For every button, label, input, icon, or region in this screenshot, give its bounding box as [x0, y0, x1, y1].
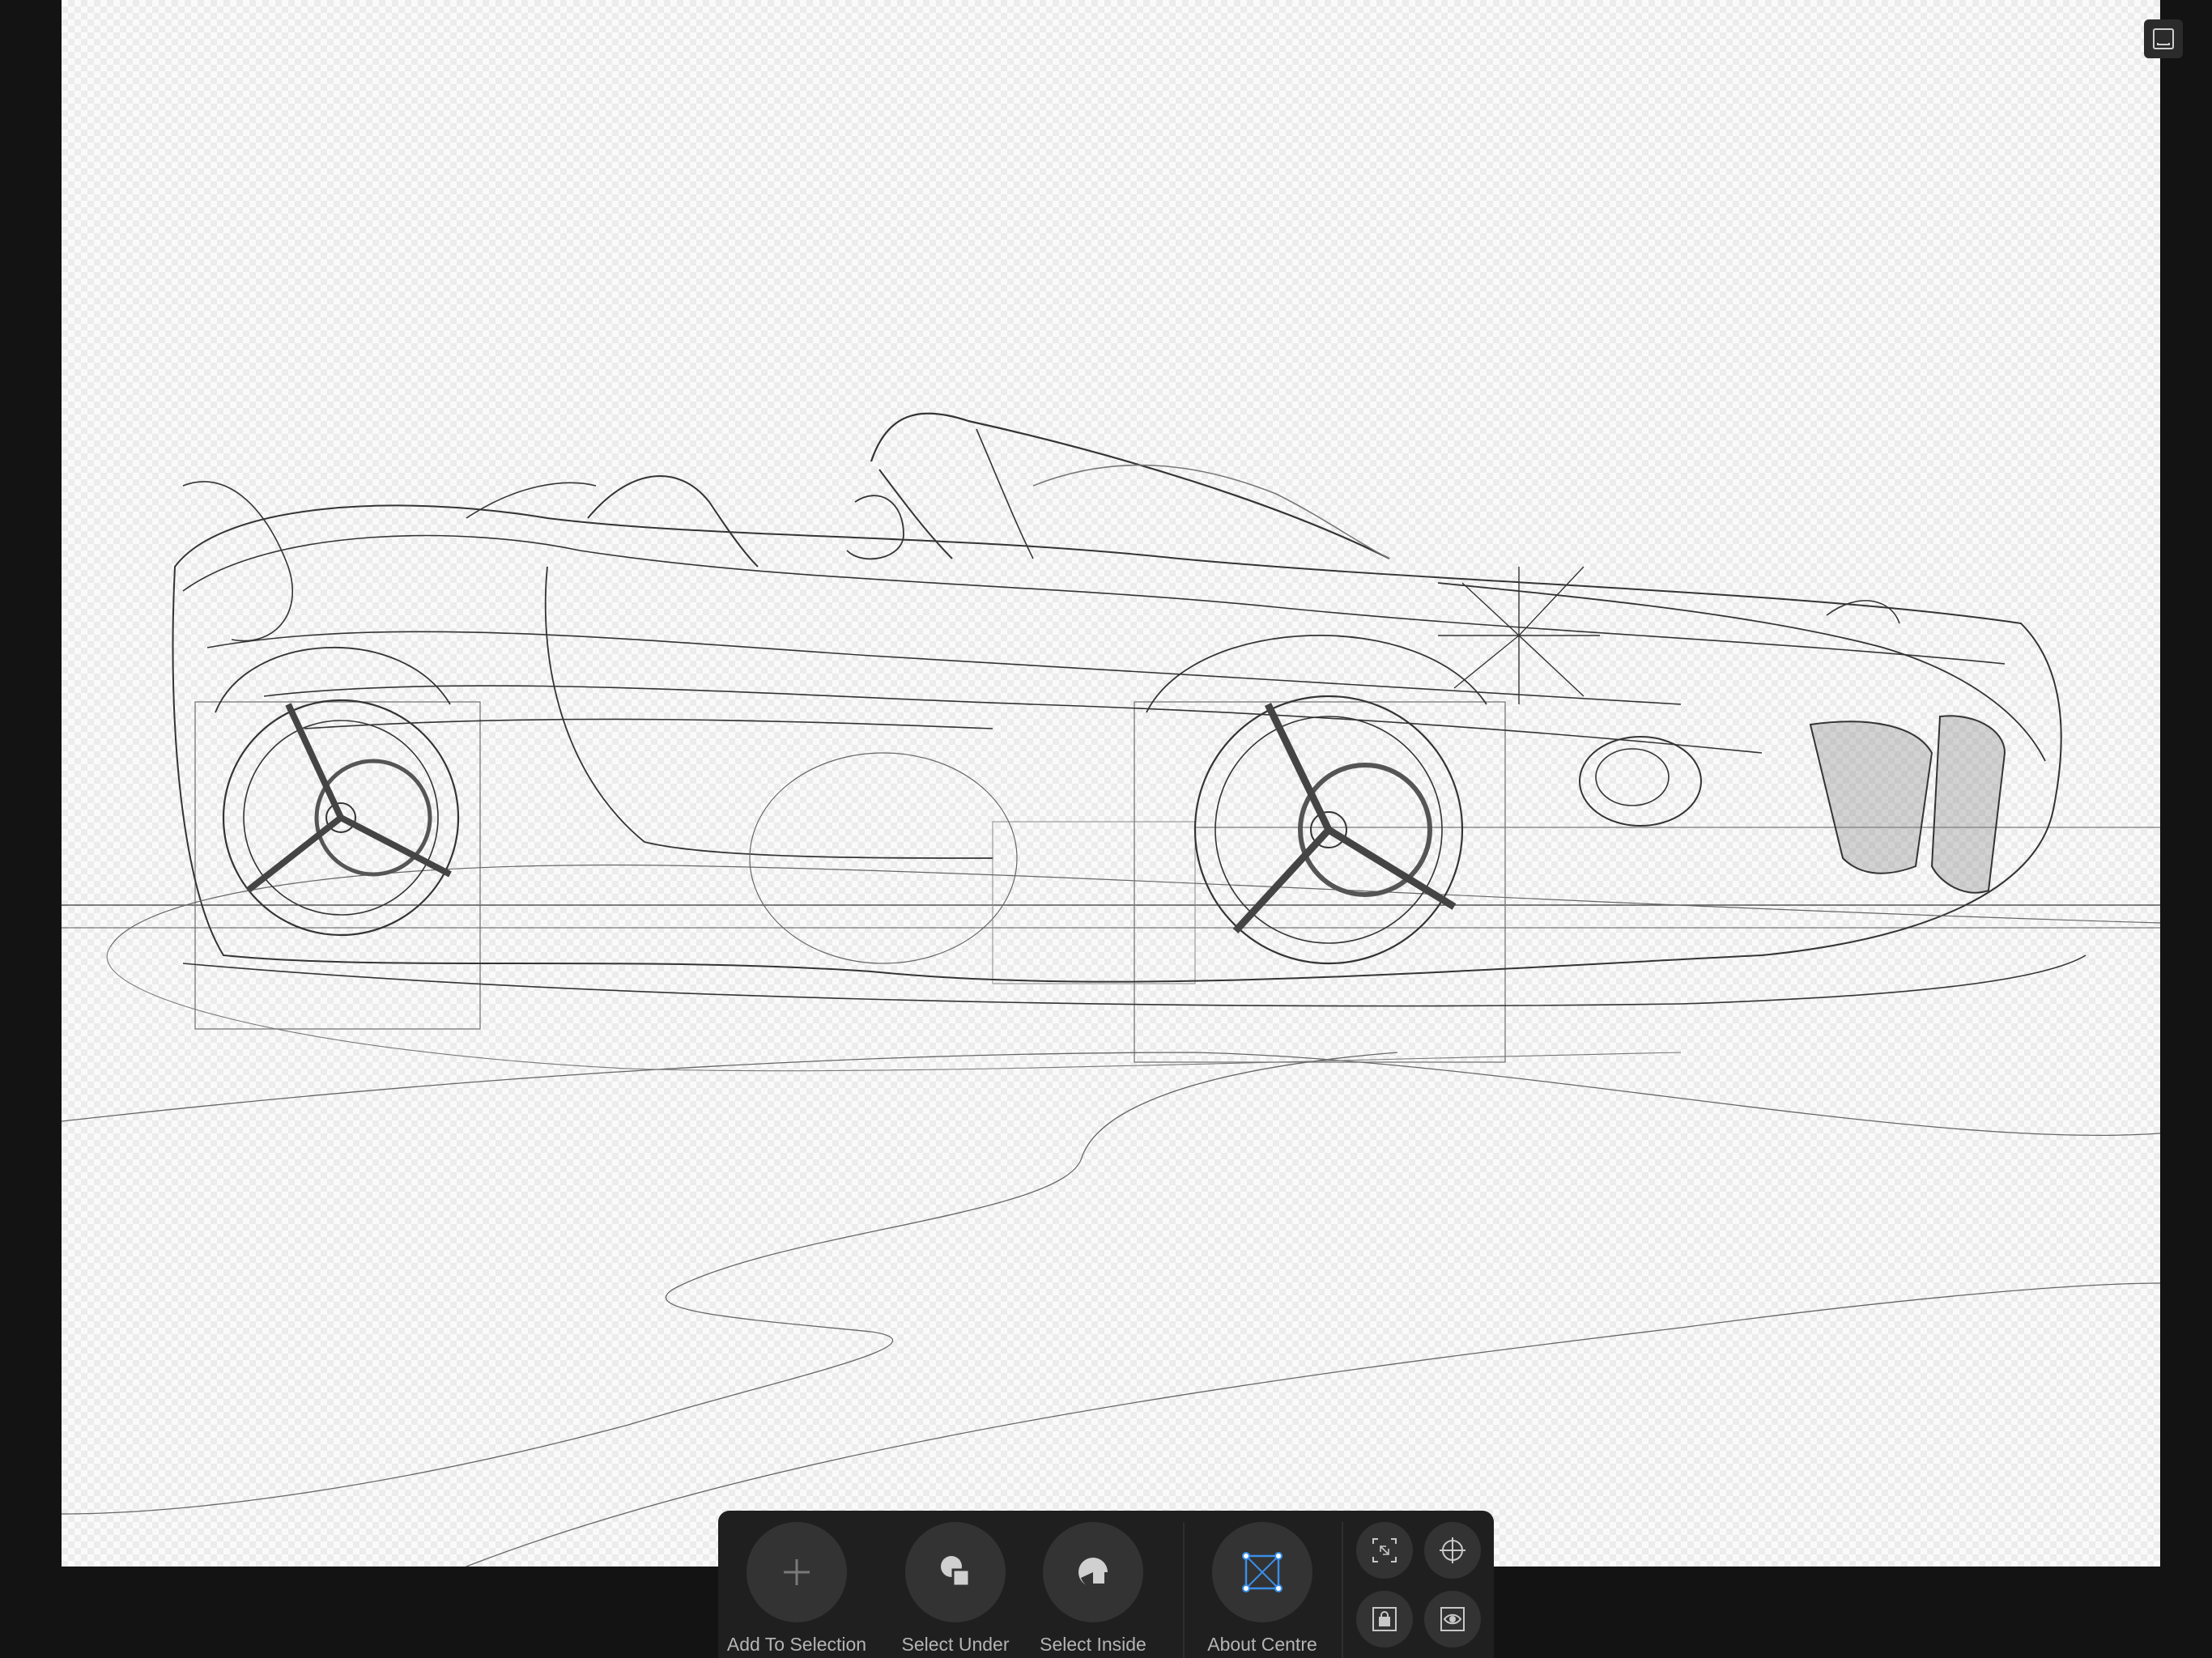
- lock-children-icon: [1372, 1607, 1397, 1631]
- document-canvas[interactable]: [62, 0, 2160, 1567]
- view-button[interactable]: [1424, 1591, 1481, 1647]
- plus-icon: [784, 1559, 810, 1585]
- select-under-label: Select Under: [901, 1634, 1010, 1655]
- expand-icon: [2153, 28, 2174, 49]
- car-sketch-artwork[interactable]: [62, 0, 2160, 1567]
- fullscreen-toggle-button[interactable]: [2144, 19, 2183, 58]
- about-centre-disc: [1212, 1522, 1312, 1622]
- bounding-box-icon: [1372, 1538, 1397, 1562]
- bounding-box-button[interactable]: [1356, 1522, 1413, 1579]
- select-under-disc: [905, 1522, 1006, 1622]
- select-under-icon: [941, 1556, 971, 1588]
- select-inside-button[interactable]: Select Inside: [1016, 1522, 1170, 1656]
- toolbar-divider: [1183, 1522, 1185, 1658]
- target-icon: [1440, 1537, 1465, 1563]
- select-inside-icon: [1078, 1558, 1108, 1588]
- about-centre-button[interactable]: About Centre: [1185, 1522, 1339, 1656]
- toolbar-divider: [1342, 1522, 1343, 1658]
- select-under-button[interactable]: Select Under: [878, 1522, 1032, 1656]
- selection-toolbar: Add To Selection Select Under Select Ins…: [718, 1511, 1494, 1658]
- add-to-selection-button[interactable]: Add To Selection: [720, 1522, 874, 1656]
- view-icon: [1440, 1607, 1465, 1631]
- target-button[interactable]: [1424, 1522, 1481, 1579]
- lock-children-button[interactable]: [1356, 1591, 1413, 1647]
- about-centre-label: About Centre: [1207, 1634, 1317, 1655]
- select-inside-disc: [1043, 1522, 1143, 1622]
- about-centre-icon: [1242, 1552, 1283, 1592]
- select-inside-label: Select Inside: [1040, 1634, 1146, 1655]
- add-to-selection-label: Add To Selection: [726, 1634, 867, 1655]
- add-to-selection-disc: [747, 1522, 847, 1622]
